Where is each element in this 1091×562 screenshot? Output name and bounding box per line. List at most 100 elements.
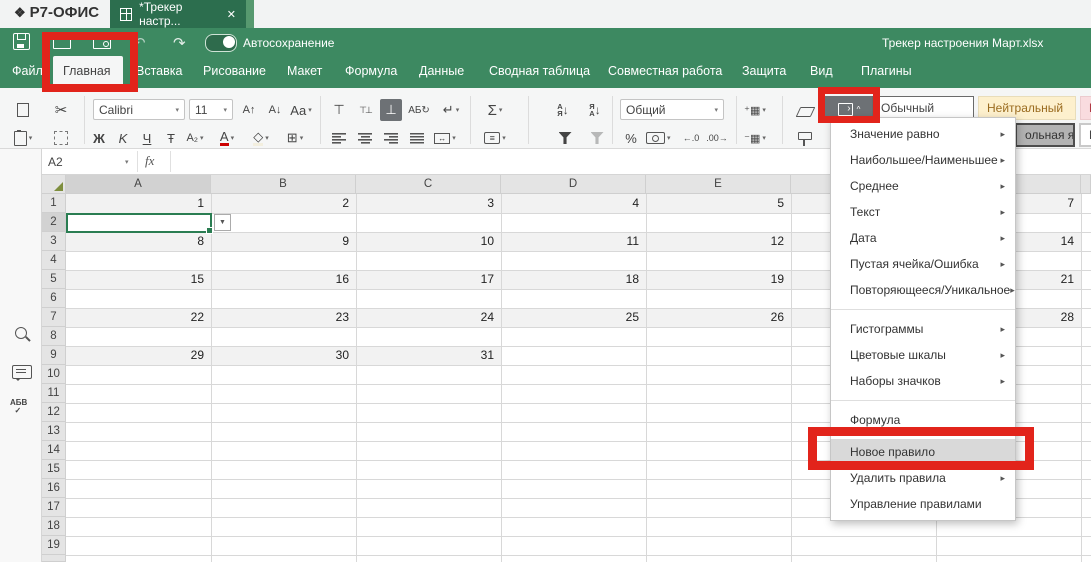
- comments-icon[interactable]: [12, 365, 32, 379]
- increase-decimal-button[interactable]: .00→: [706, 127, 728, 149]
- justify-button[interactable]: [406, 127, 428, 149]
- tab-файл[interactable]: Файл: [12, 64, 43, 78]
- row-header-6[interactable]: 6: [42, 289, 66, 308]
- redo-button[interactable]: ↷: [173, 35, 186, 53]
- cell-B7[interactable]: 23: [211, 308, 356, 327]
- named-ranges-button[interactable]: ≡▾: [484, 127, 506, 149]
- menu-item-пустая-ячейка-ошибка[interactable]: Пустая ячейка/Ошибка▸: [831, 251, 1015, 277]
- filter-button[interactable]: [554, 127, 576, 149]
- font-name-combo[interactable]: Calibri▾: [93, 99, 185, 120]
- align-left-button[interactable]: [328, 127, 350, 149]
- menu-item-значение-равно[interactable]: Значение равно▸: [831, 121, 1015, 147]
- tab-вид[interactable]: Вид: [810, 64, 833, 78]
- autosum-button[interactable]: Σ▾: [484, 99, 506, 121]
- menu-item-текст[interactable]: Текст▸: [831, 199, 1015, 225]
- change-case-button[interactable]: Aa▾: [290, 99, 312, 121]
- row-header-14[interactable]: 14: [42, 441, 66, 460]
- cell-A9[interactable]: 29: [66, 346, 211, 365]
- wrap-text-button[interactable]: ↵▾: [440, 99, 462, 121]
- row-header-3[interactable]: 3: [42, 232, 66, 251]
- cell-D3[interactable]: 11: [501, 232, 646, 251]
- text-orientation-button[interactable]: АБ↻: [408, 99, 430, 121]
- menu-item-дата[interactable]: Дата▸: [831, 225, 1015, 251]
- cell-D1[interactable]: 4: [501, 194, 646, 213]
- cell-B3[interactable]: 9: [211, 232, 356, 251]
- row-header-17[interactable]: 17: [42, 498, 66, 517]
- font-size-combo[interactable]: 11▾: [189, 99, 233, 120]
- tab-данные[interactable]: Данные: [419, 64, 464, 78]
- cell-B1[interactable]: 2: [211, 194, 356, 213]
- row-header-9[interactable]: 9: [42, 346, 66, 365]
- menu-item-цветовые-шкалы[interactable]: Цветовые шкалы▸: [831, 342, 1015, 368]
- name-box[interactable]: A2: [48, 155, 63, 169]
- fill-handle[interactable]: [206, 227, 213, 234]
- font-color-button[interactable]: А▾: [216, 127, 238, 149]
- sort-descending-button[interactable]: ЯА↓: [584, 99, 606, 121]
- fx-icon[interactable]: fx: [145, 153, 154, 169]
- row-header-19[interactable]: 19: [42, 536, 66, 555]
- cell-style-chip[interactable]: ольная я: [1015, 123, 1075, 147]
- format-as-template-button[interactable]: [794, 127, 816, 149]
- select-all-corner[interactable]: [42, 175, 66, 194]
- valign-middle-button[interactable]: ⊤⊥: [354, 99, 376, 121]
- decrease-font-button[interactable]: A↓: [264, 99, 286, 121]
- column-header-D[interactable]: D: [501, 175, 646, 194]
- decrease-decimal-button[interactable]: ←.0: [680, 127, 702, 149]
- valign-bottom-button[interactable]: ⊥: [380, 99, 402, 121]
- select-tool-button[interactable]: [50, 127, 72, 149]
- cell-D5[interactable]: 18: [501, 270, 646, 289]
- cell-B5[interactable]: 16: [211, 270, 356, 289]
- clear-filter-button[interactable]: [586, 127, 608, 149]
- tab-сводная-таблица[interactable]: Сводная таблица: [489, 64, 590, 78]
- cell-C7[interactable]: 24: [356, 308, 501, 327]
- row-header-8[interactable]: 8: [42, 327, 66, 346]
- row-header-5[interactable]: 5: [42, 270, 66, 289]
- cell-C3[interactable]: 10: [356, 232, 501, 251]
- row-header-1[interactable]: 1: [42, 194, 66, 213]
- cell-E1[interactable]: 5: [646, 194, 791, 213]
- clear-button[interactable]: [794, 99, 816, 121]
- row-header-4[interactable]: 4: [42, 251, 66, 270]
- paste-button[interactable]: ▾: [12, 127, 34, 149]
- menu-item-гистограммы[interactable]: Гистограммы▸: [831, 316, 1015, 342]
- cell-E7[interactable]: 26: [646, 308, 791, 327]
- align-right-button[interactable]: [380, 127, 402, 149]
- tab-совместная-работа[interactable]: Совместная работа: [608, 64, 722, 78]
- spellcheck-icon[interactable]: АБВ ✓: [10, 399, 27, 415]
- delete-cells-button[interactable]: ⁻▦▾: [744, 127, 766, 149]
- row-header-7[interactable]: 7: [42, 308, 66, 327]
- tab-вставка[interactable]: Вставка: [136, 64, 182, 78]
- row-header-12[interactable]: 12: [42, 403, 66, 422]
- menu-item-среднее[interactable]: Среднее▸: [831, 173, 1015, 199]
- column-header-A[interactable]: A: [66, 175, 211, 194]
- name-box-chevron-icon[interactable]: ▾: [125, 158, 129, 166]
- row-header-10[interactable]: 10: [42, 365, 66, 384]
- align-center-button[interactable]: [354, 127, 376, 149]
- column-header-E[interactable]: E: [646, 175, 791, 194]
- search-icon[interactable]: [15, 327, 27, 339]
- app-logo[interactable]: ❖Р7-ОФИС: [14, 4, 99, 21]
- percent-style-button[interactable]: %: [620, 127, 642, 149]
- cell-dropdown-button[interactable]: ▼: [214, 214, 231, 231]
- document-tab[interactable]: *Трекер настр... ✕: [110, 0, 246, 28]
- subscript-button[interactable]: A₂▾: [184, 127, 206, 149]
- row-header-18[interactable]: 18: [42, 517, 66, 536]
- column-header-H[interactable]: [1081, 175, 1091, 194]
- merge-cells-button[interactable]: ↔▾: [434, 127, 456, 149]
- row-header-2[interactable]: 2: [42, 213, 66, 232]
- cell-E5[interactable]: 19: [646, 270, 791, 289]
- row-header-13[interactable]: 13: [42, 422, 66, 441]
- cell-C9[interactable]: 31: [356, 346, 501, 365]
- selected-cell-A2[interactable]: [66, 213, 212, 233]
- autosave-toggle[interactable]: [205, 34, 237, 52]
- tab-макет[interactable]: Макет: [287, 64, 322, 78]
- insert-cells-button[interactable]: ⁺▦▾: [744, 99, 766, 121]
- underline-button[interactable]: Ч: [136, 127, 158, 149]
- strikethrough-button[interactable]: Ŧ: [160, 127, 182, 149]
- copy-button[interactable]: [12, 99, 34, 121]
- cell-C5[interactable]: 17: [356, 270, 501, 289]
- cell-style-chip[interactable]: Г: [1079, 123, 1091, 147]
- tab-формула[interactable]: Формула: [345, 64, 397, 78]
- number-format-combo[interactable]: Общий▾: [620, 99, 724, 120]
- cut-button[interactable]: ✂: [50, 99, 72, 121]
